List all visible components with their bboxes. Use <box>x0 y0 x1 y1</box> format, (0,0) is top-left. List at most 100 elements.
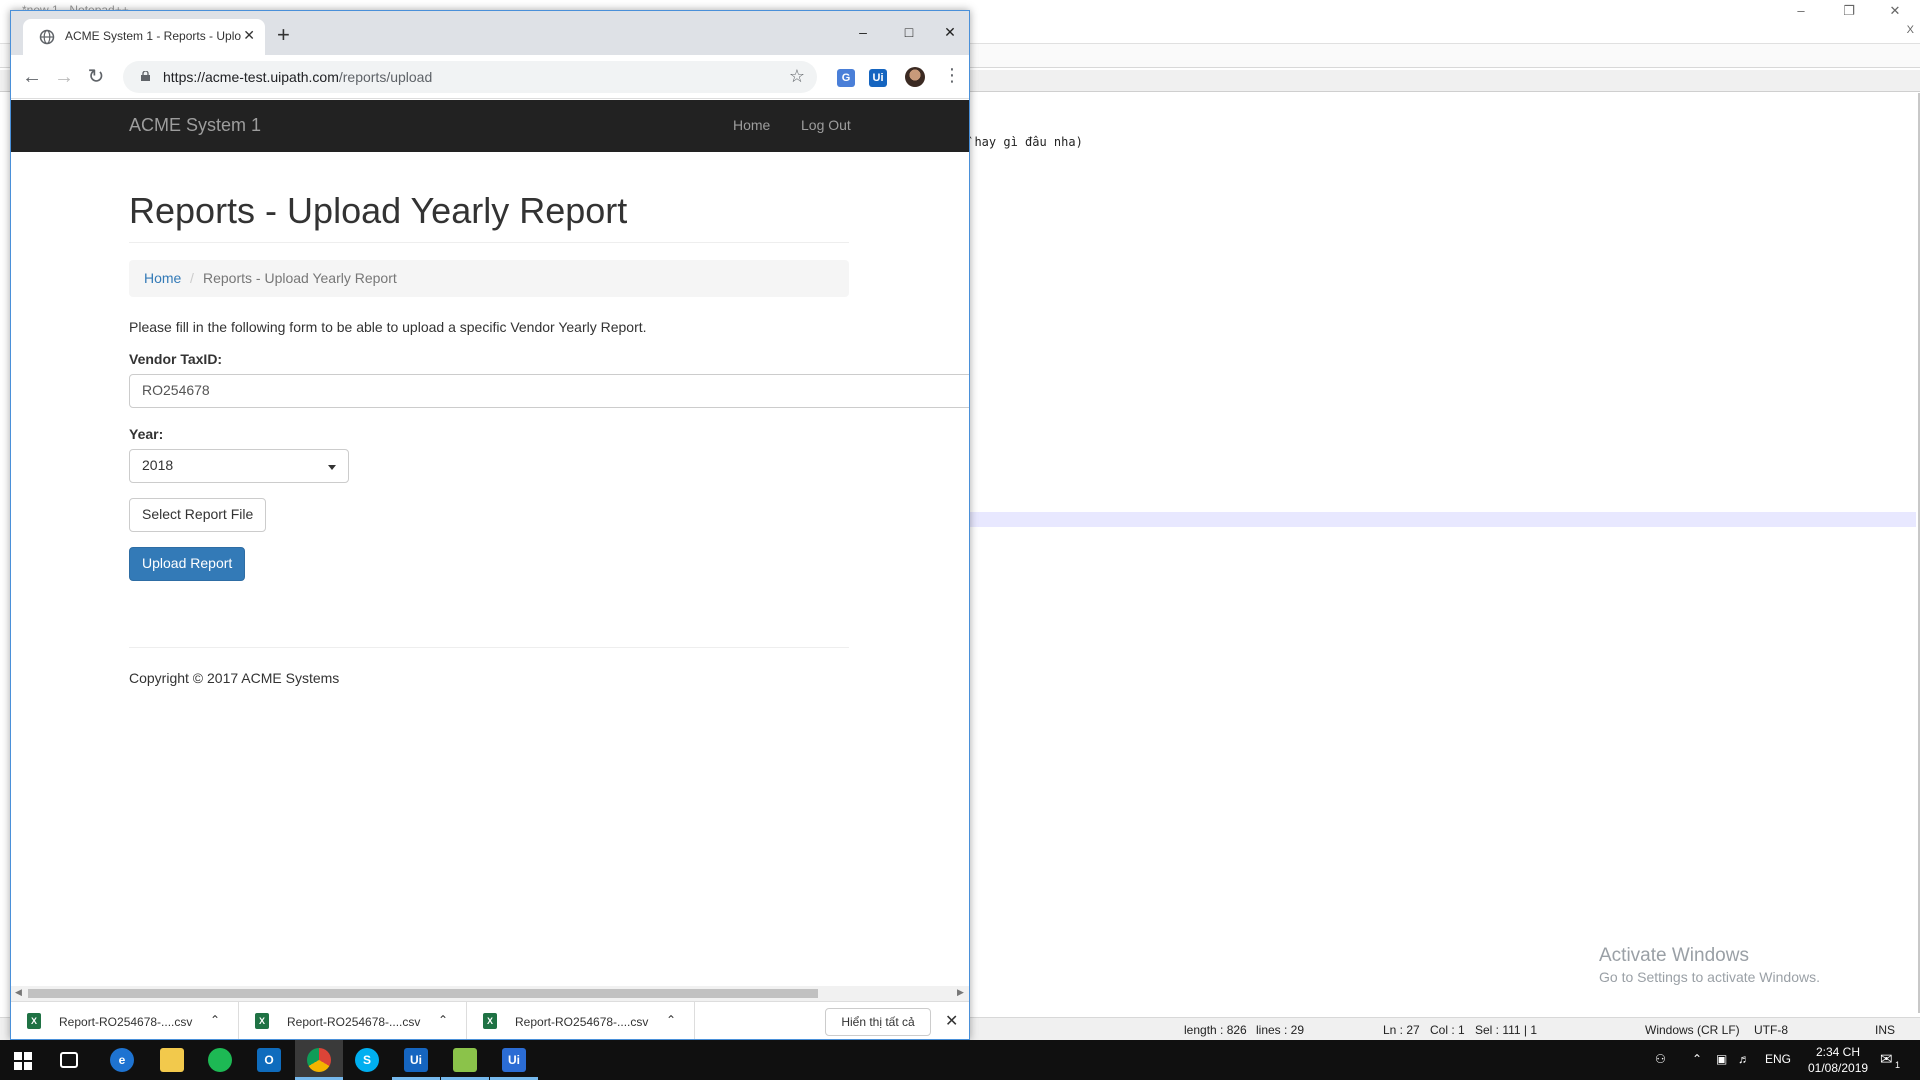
chevron-up-icon[interactable]: ⌃ <box>210 1013 220 1027</box>
language-indicator[interactable]: ENG <box>1765 1052 1791 1066</box>
edge-icon[interactable]: e <box>110 1048 134 1072</box>
scrollbar-thumb[interactable] <box>28 989 818 998</box>
activate-title: Activate Windows <box>1599 945 1749 966</box>
status-col: Col : 1 <box>1430 1023 1465 1037</box>
download-item[interactable]: X Report-RO254678-....csv ⌃ <box>239 1002 467 1039</box>
windows-taskbar: e O S Ui Ui ⚇ ⌃ ▣ ♬ ENG 2:34 CH 01/08/20… <box>0 1040 1920 1080</box>
bookmark-star-icon[interactable]: ☆ <box>789 66 805 87</box>
notification-count: 1 <box>1895 1060 1901 1070</box>
notification-center-icon[interactable]: ✉ <box>1880 1050 1893 1068</box>
site-navbar: ACME System 1 Home Log Out <box>11 100 969 152</box>
globe-icon <box>39 29 55 45</box>
address-toolbar: ← → ↻ https://acme-test.uipath.com/repor… <box>11 55 969 99</box>
outlook-icon[interactable]: O <box>257 1048 281 1072</box>
select-report-file-button[interactable]: Select Report File <box>129 498 267 532</box>
menu-kebab-icon[interactable]: ⋮ <box>943 65 961 86</box>
profile-avatar[interactable] <box>905 67 925 87</box>
breadcrumb-current: Reports - Upload Yearly Report <box>203 270 397 286</box>
notepadpp-icon[interactable] <box>453 1048 477 1072</box>
maximize-button[interactable]: □ <box>887 19 931 45</box>
lock-icon <box>141 71 150 81</box>
status-encoding: UTF-8 <box>1754 1023 1788 1037</box>
uipath-robot-icon[interactable]: Ui <box>502 1048 526 1072</box>
system-clock[interactable]: 2:34 CH 01/08/2019 <box>1808 1044 1868 1076</box>
url-path: /reports/upload <box>338 69 433 85</box>
spotify-icon[interactable] <box>208 1048 232 1072</box>
chevron-down-icon <box>328 465 336 470</box>
scroll-right-icon[interactable]: ▶ <box>957 987 964 998</box>
download-filename: Report-RO254678-....csv <box>515 1015 649 1029</box>
page-title: Reports - Upload Yearly Report <box>129 190 628 231</box>
forward-icon[interactable]: → <box>52 65 76 89</box>
reload-icon[interactable]: ↻ <box>84 65 108 89</box>
form-intro-text: Please fill in the following form to be … <box>129 319 647 335</box>
network-icon[interactable]: ▣ <box>1716 1052 1727 1066</box>
minimize-button[interactable]: – <box>841 19 885 45</box>
status-sel: Sel : 111 | 1 <box>1475 1023 1538 1037</box>
url-host: https://acme-test.uipath.com <box>163 69 339 85</box>
chevron-up-icon[interactable]: ⌃ <box>438 1013 448 1027</box>
editor-minimize-button[interactable]: – <box>1786 2 1816 20</box>
skype-icon[interactable]: S <box>355 1048 379 1072</box>
editor-restore-button[interactable]: ❐ <box>1834 2 1864 20</box>
breadcrumb-separator: / <box>190 270 194 286</box>
show-all-downloads-button[interactable]: Hiển thị tất cả <box>825 1008 931 1036</box>
chrome-window: ACME System 1 - Reports - Upload ✕ + – □… <box>10 10 970 1040</box>
status-mode: INS <box>1875 1023 1896 1037</box>
address-bar[interactable]: https://acme-test.uipath.com/reports/upl… <box>123 61 817 93</box>
download-filename: Report-RO254678-....csv <box>287 1015 421 1029</box>
footer-copyright: Copyright © 2017 ACME Systems <box>129 670 340 686</box>
year-select[interactable]: 2018 <box>129 449 349 483</box>
chrome-icon[interactable] <box>307 1048 331 1072</box>
acme-page: ACME System 1 Home Log Out Reports - Upl… <box>11 100 969 980</box>
chevron-up-icon[interactable]: ⌃ <box>666 1013 676 1027</box>
downloads-bar: X Report-RO254678-....csv ⌃ X Report-RO2… <box>11 1001 969 1039</box>
scroll-left-icon[interactable]: ◀ <box>15 987 22 998</box>
site-brand[interactable]: ACME System 1 <box>129 115 261 136</box>
csv-file-icon: X <box>27 1013 41 1029</box>
nav-logout-link[interactable]: Log Out <box>801 117 851 133</box>
editor-current-line <box>960 512 1916 527</box>
title-divider <box>129 242 849 243</box>
year-select-value: 2018 <box>142 457 174 473</box>
clock-time: 2:34 CH <box>1815 1045 1861 1059</box>
people-icon[interactable]: ⚇ <box>1655 1052 1666 1066</box>
task-view-icon[interactable] <box>60 1052 78 1068</box>
tray-overflow-chevron-icon[interactable]: ⌃ <box>1692 1052 1702 1066</box>
close-downloads-icon[interactable]: ✕ <box>945 1011 958 1031</box>
vendor-taxid-input[interactable]: RO254678 <box>129 374 969 408</box>
clock-date: 01/08/2019 <box>1808 1061 1869 1075</box>
back-icon[interactable]: ← <box>20 65 44 89</box>
footer-divider <box>129 647 849 648</box>
browser-tab[interactable]: ACME System 1 - Reports - Upload ✕ <box>23 19 265 55</box>
translate-extension-icon[interactable]: G <box>837 69 855 87</box>
url-text: https://acme-test.uipath.com/reports/upl… <box>163 69 432 85</box>
download-item[interactable]: X Report-RO254678-....csv ⌃ <box>11 1002 239 1039</box>
tab-close-icon[interactable]: ✕ <box>243 27 255 44</box>
activate-subtitle: Go to Settings to activate Windows. <box>1599 969 1820 985</box>
file-explorer-icon[interactable] <box>160 1048 184 1072</box>
tab-bar: ACME System 1 - Reports - Upload ✕ + – □… <box>11 11 969 55</box>
status-length: length : 826 <box>1184 1023 1247 1037</box>
csv-file-icon: X <box>483 1013 497 1029</box>
editor-close-button[interactable]: ✕ <box>1880 2 1910 20</box>
breadcrumb-home-link[interactable]: Home <box>144 270 181 286</box>
horizontal-scrollbar[interactable]: ◀ ▶ <box>11 986 969 1001</box>
status-ln: Ln : 27 <box>1383 1023 1420 1037</box>
new-tab-icon[interactable]: + <box>277 24 290 46</box>
upload-report-button[interactable]: Upload Report <box>129 547 246 581</box>
activate-windows-watermark: Activate Windows Go to Settings to activ… <box>1599 945 1820 985</box>
breadcrumb: Home / Reports - Upload Yearly Report <box>129 260 849 297</box>
nav-home-link[interactable]: Home <box>733 117 770 133</box>
editor-text-line: ồ hay gì đâu nha) <box>960 135 1083 149</box>
download-filename: Report-RO254678-....csv <box>59 1015 193 1029</box>
status-eol: Windows (CR LF) <box>1645 1023 1740 1037</box>
uipath-studio-icon[interactable]: Ui <box>404 1048 428 1072</box>
uipath-extension-icon[interactable]: Ui <box>869 69 887 87</box>
start-icon[interactable] <box>14 1052 32 1070</box>
volume-icon[interactable]: ♬ <box>1738 1052 1750 1066</box>
year-label: Year: <box>129 426 164 442</box>
tab-title: ACME System 1 - Reports - Upload <box>65 29 241 43</box>
download-item[interactable]: X Report-RO254678-....csv ⌃ <box>467 1002 695 1039</box>
close-window-button[interactable]: ✕ <box>933 19 967 45</box>
